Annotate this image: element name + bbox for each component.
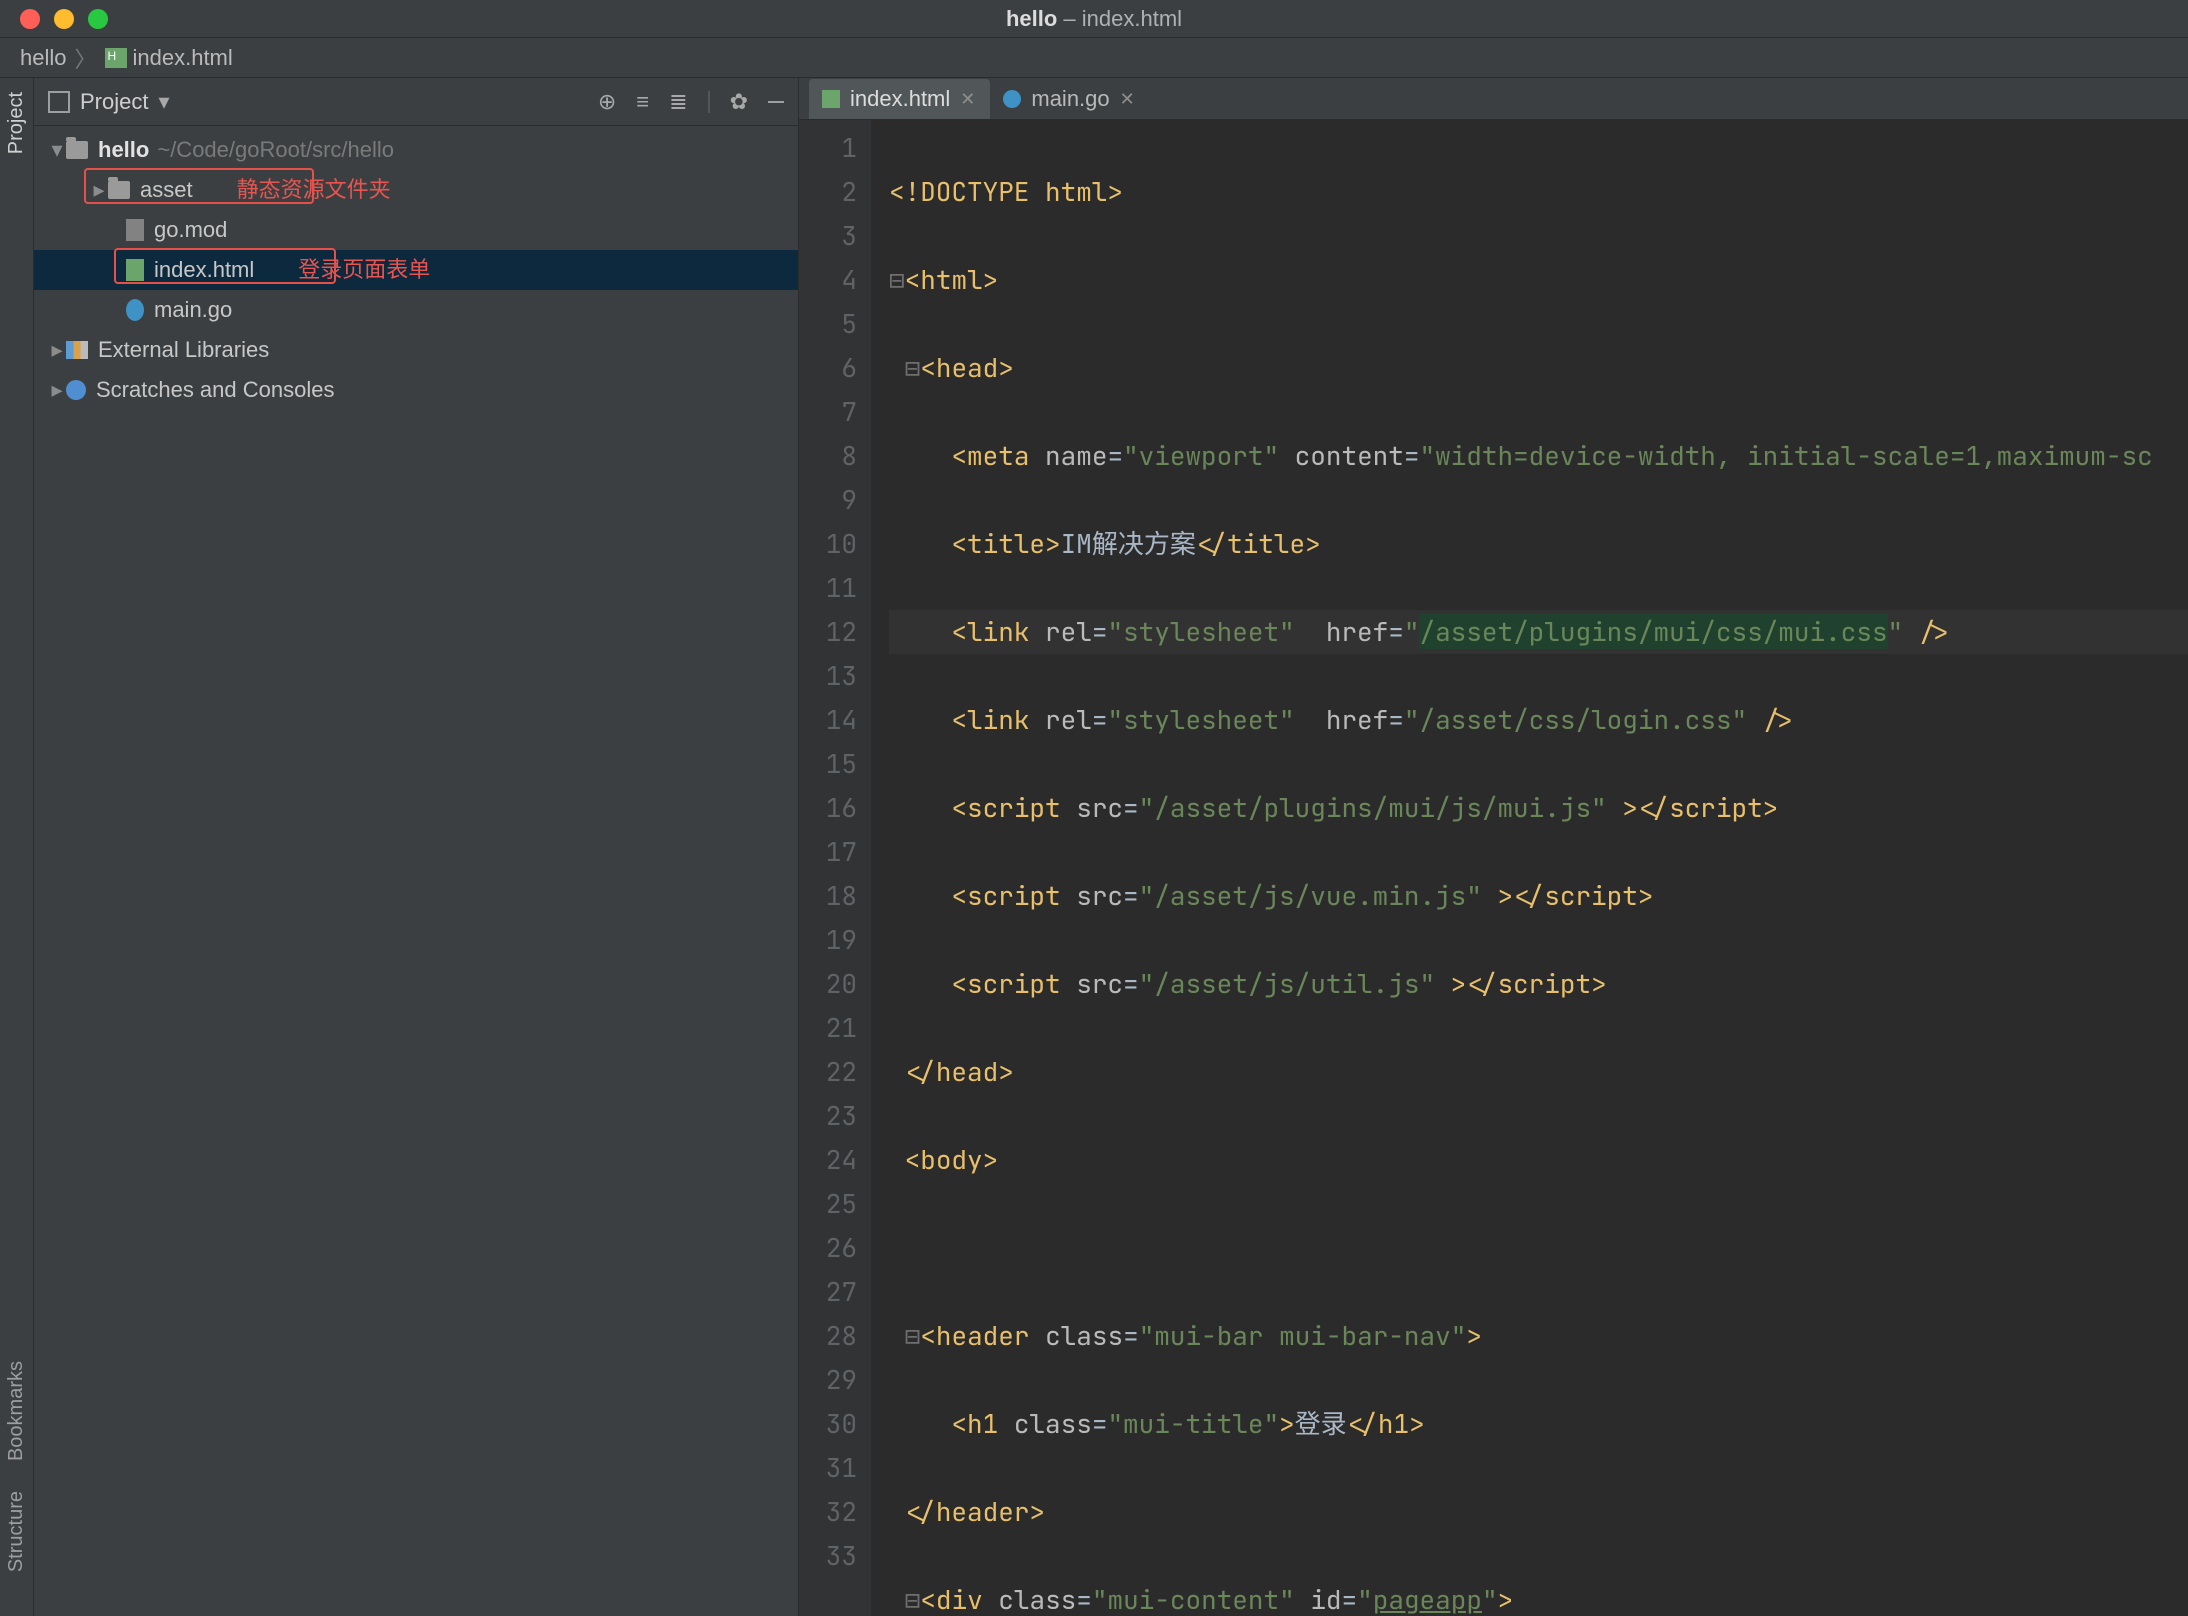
window-title: hello – index.html: [1006, 6, 1182, 32]
tree-folder-asset[interactable]: ▸ asset 静态资源文件夹: [34, 170, 798, 210]
tree-label: index.html: [154, 250, 254, 290]
window-title-file: index.html: [1082, 6, 1182, 31]
tree-external-libraries[interactable]: ▸ External Libraries: [34, 330, 798, 370]
close-icon[interactable]: ✕: [1120, 89, 1135, 110]
project-panel-title[interactable]: Project: [80, 89, 148, 115]
tab-label: main.go: [1031, 86, 1109, 112]
breadcrumb: hello 〉 index.html: [0, 38, 2188, 78]
line-gutter: 1234567891011121314151617181920212223242…: [799, 120, 871, 1616]
title-bar: hello – index.html: [0, 0, 2188, 38]
tree-file-index-html[interactable]: index.html 登录页面表单: [34, 250, 798, 290]
maximize-window-icon[interactable]: [88, 9, 108, 29]
chevron-right-icon[interactable]: ▸: [48, 330, 66, 370]
tree-root-path: ~/Code/goRoot/src/hello: [157, 130, 394, 170]
tree-root-label: hello: [98, 130, 149, 170]
tree-label: main.go: [154, 290, 232, 330]
window-title-project: hello: [1006, 6, 1057, 31]
close-window-icon[interactable]: [20, 9, 40, 29]
code-editor[interactable]: 1234567891011121314151617181920212223242…: [799, 120, 2188, 1616]
project-panel-header: Project ▾ ⊕ ≡ ≣ ✿: [34, 78, 798, 126]
tool-tab-structure[interactable]: Structure: [5, 1491, 28, 1572]
collapse-all-icon[interactable]: ≣: [669, 89, 687, 115]
app-root: hello – index.html hello 〉 index.html Pr…: [0, 0, 2188, 1616]
expand-all-icon[interactable]: ≡: [636, 89, 649, 115]
tree-label: External Libraries: [98, 330, 269, 370]
project-panel: Project ▾ ⊕ ≡ ≣ ✿ ▾ hello: [34, 78, 799, 1616]
tab-label: index.html: [850, 86, 950, 112]
editor-tabbar: index.html ✕ main.go ✕: [799, 78, 2188, 120]
dropdown-icon[interactable]: ▾: [158, 89, 169, 115]
breadcrumb-file[interactable]: index.html: [133, 45, 233, 71]
file-icon: [126, 219, 144, 241]
tree-file-main-go[interactable]: main.go: [34, 290, 798, 330]
close-icon[interactable]: ✕: [960, 89, 975, 110]
minimize-window-icon[interactable]: [54, 9, 74, 29]
chevron-right-icon: 〉: [74, 42, 96, 74]
chevron-down-icon[interactable]: ▾: [48, 130, 66, 170]
html-file-icon: [105, 48, 127, 68]
folder-icon: [66, 141, 88, 159]
project-view-icon[interactable]: [48, 91, 70, 113]
tree-label: go.mod: [154, 210, 227, 250]
breadcrumb-root[interactable]: hello: [20, 45, 66, 71]
editor-area: index.html ✕ main.go ✕ 12345678910111213…: [799, 78, 2188, 1616]
code-content[interactable]: <!DOCTYPE html> ⊟<html> ⊟<head> <meta na…: [871, 120, 2188, 1616]
window-controls: [20, 9, 108, 29]
tree-root[interactable]: ▾ hello ~/Code/goRoot/src/hello: [34, 130, 798, 170]
chevron-right-icon[interactable]: ▸: [90, 170, 108, 210]
tab-index-html[interactable]: index.html ✕: [809, 79, 990, 119]
tab-main-go[interactable]: main.go ✕: [990, 79, 1149, 119]
annotation-asset: 静态资源文件夹: [237, 170, 391, 210]
hide-panel-icon[interactable]: [768, 101, 784, 103]
project-tree[interactable]: ▾ hello ~/Code/goRoot/src/hello ▸ asset …: [34, 126, 798, 1616]
library-icon: [66, 341, 88, 359]
locate-icon[interactable]: ⊕: [598, 89, 616, 115]
main-area: Project Bookmarks Structure Project ▾ ⊕ …: [0, 78, 2188, 1616]
chevron-right-icon[interactable]: ▸: [48, 370, 66, 410]
scratches-icon: [66, 380, 86, 400]
folder-icon: [108, 181, 130, 199]
tool-tab-bookmarks[interactable]: Bookmarks: [5, 1361, 28, 1461]
go-file-icon: [126, 299, 144, 321]
tree-label: Scratches and Consoles: [96, 370, 334, 410]
tool-tab-project[interactable]: Project: [5, 92, 28, 154]
tree-label: asset: [140, 170, 193, 210]
annotation-index: 登录页面表单: [298, 250, 430, 290]
left-tool-strip: Project Bookmarks Structure: [0, 78, 34, 1616]
tree-file-gomod[interactable]: go.mod: [34, 210, 798, 250]
html-file-icon: [822, 90, 840, 108]
settings-icon[interactable]: ✿: [730, 89, 748, 115]
go-file-icon: [1003, 90, 1021, 108]
divider: [708, 91, 710, 113]
tree-scratches[interactable]: ▸ Scratches and Consoles: [34, 370, 798, 410]
html-file-icon: [126, 259, 144, 281]
